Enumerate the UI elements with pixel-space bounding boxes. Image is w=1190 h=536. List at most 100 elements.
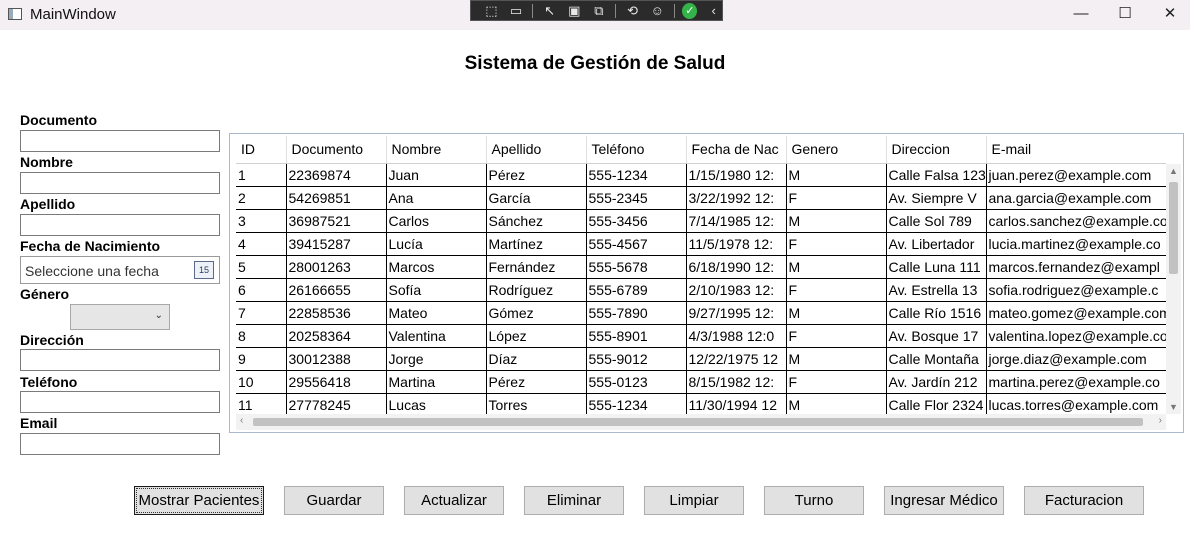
table-cell[interactable]: 9 <box>236 347 287 371</box>
table-cell[interactable]: Av. Estrella 13 <box>886 278 987 302</box>
table-cell[interactable]: 555-2345 <box>586 186 687 210</box>
table-cell[interactable]: Torres <box>486 393 587 414</box>
table-cell[interactable]: valentina.lopez@example.co <box>986 324 1166 348</box>
table-cell[interactable]: Sofía <box>386 278 487 302</box>
table-cell[interactable]: F <box>786 186 887 210</box>
table-cell[interactable]: carlos.sanchez@example.co <box>986 209 1166 233</box>
table-cell[interactable]: 11/30/1994 12 <box>686 393 787 414</box>
table-cell[interactable]: Juan <box>386 163 487 187</box>
table-cell[interactable]: Carlos <box>386 209 487 233</box>
table-cell[interactable]: 12/22/1975 12 <box>686 347 787 371</box>
table-cell[interactable]: Calle Río 1516 <box>886 301 987 325</box>
select-element-icon[interactable]: ⬚ <box>483 1 500 20</box>
table-cell[interactable]: Av. Libertador <box>886 232 987 256</box>
eliminar-button[interactable]: Eliminar <box>524 486 624 515</box>
table-cell[interactable]: 1/15/1980 12: <box>686 163 787 187</box>
horizontal-scrollbar[interactable]: ‹ › <box>236 414 1166 430</box>
table-cell[interactable]: 9/27/1995 12: <box>686 301 787 325</box>
table-row[interactable]: 11 27778245 Lucas Torres 555-1234 11/30/1994 … <box>236 393 1166 414</box>
table-cell[interactable]: 11 <box>236 393 287 414</box>
table-cell[interactable]: M <box>786 301 887 325</box>
table-cell[interactable]: 39415287 <box>286 232 387 256</box>
direccion-input[interactable] <box>20 349 220 371</box>
table-cell[interactable]: 555-4567 <box>586 232 687 256</box>
column-header[interactable]: Apellido <box>486 136 587 164</box>
table-cell[interactable]: 6 <box>236 278 287 302</box>
table-cell[interactable]: Marcos <box>386 255 487 279</box>
table-cell[interactable]: Av. Jardín 212 <box>886 370 987 394</box>
table-cell[interactable]: 27778245 <box>286 393 387 414</box>
table-cell[interactable]: Av. Bosque 17 <box>886 324 987 348</box>
table-cell[interactable]: F <box>786 232 887 256</box>
scroll-left-icon[interactable]: ‹ <box>240 415 243 426</box>
table-cell[interactable]: López <box>486 324 587 348</box>
table-cell[interactable]: Sánchez <box>486 209 587 233</box>
email-input[interactable] <box>20 433 220 455</box>
table-cell[interactable]: 29556418 <box>286 370 387 394</box>
table-cell[interactable]: 3/22/1992 12: <box>686 186 787 210</box>
table-cell[interactable]: Calle Falsa 123 <box>886 163 987 187</box>
table-cell[interactable]: Jorge <box>386 347 487 371</box>
hot-reload-icon[interactable]: ⟲ <box>624 1 641 20</box>
table-cell[interactable]: 6/18/1990 12: <box>686 255 787 279</box>
table-cell[interactable]: 555-9012 <box>586 347 687 371</box>
column-header[interactable]: ID <box>236 136 287 164</box>
maximize-button[interactable]: ☐ <box>1102 0 1148 30</box>
column-header[interactable]: Teléfono <box>586 136 687 164</box>
scroll-right-icon[interactable]: › <box>1159 415 1162 426</box>
table-cell[interactable]: 555-0123 <box>586 370 687 394</box>
table-cell[interactable]: 36987521 <box>286 209 387 233</box>
table-cell[interactable]: 28001263 <box>286 255 387 279</box>
table-cell[interactable]: Gómez <box>486 301 587 325</box>
table-row[interactable]: 6 26166655 Sofía Rodríguez 555-6789 2/10/1983… <box>236 278 1166 302</box>
documento-input[interactable] <box>20 130 220 152</box>
table-cell[interactable]: 3 <box>236 209 287 233</box>
table-cell[interactable]: 555-1234 <box>586 393 687 414</box>
table-cell[interactable]: martina.perez@example.co <box>986 370 1166 394</box>
table-cell[interactable]: 555-1234 <box>586 163 687 187</box>
table-cell[interactable]: 2/10/1983 12: <box>686 278 787 302</box>
table-cell[interactable]: 2 <box>236 186 287 210</box>
table-cell[interactable]: sofia.rodriguez@example.c <box>986 278 1166 302</box>
table-row[interactable]: 1 22369874 Juan Pérez 555-1234 1/15/1980 12: M… <box>236 163 1166 187</box>
video-icon[interactable]: ▭ <box>508 1 525 20</box>
column-header[interactable]: Direccion <box>886 136 987 164</box>
table-row[interactable]: 8 20258364 Valentina López 555-8901 4/3/1988 … <box>236 324 1166 348</box>
table-cell[interactable]: Díaz <box>486 347 587 371</box>
table-cell[interactable]: 22858536 <box>286 301 387 325</box>
display-icon[interactable]: ⧉ <box>591 1 608 20</box>
telefono-input[interactable] <box>20 391 220 413</box>
table-cell[interactable]: 7 <box>236 301 287 325</box>
table-cell[interactable]: 555-6789 <box>586 278 687 302</box>
table-cell[interactable]: Ana <box>386 186 487 210</box>
table-cell[interactable]: juan.perez@example.com <box>986 163 1166 187</box>
table-cell[interactable]: F <box>786 324 887 348</box>
table-cell[interactable]: Fernández <box>486 255 587 279</box>
vertical-scroll-thumb[interactable] <box>1169 182 1178 274</box>
close-button[interactable]: ✕ <box>1147 0 1190 30</box>
table-cell[interactable]: Martina <box>386 370 487 394</box>
table-cell[interactable]: jorge.diaz@example.com <box>986 347 1166 371</box>
turno-button[interactable]: Turno <box>764 486 864 515</box>
table-cell[interactable]: Valentina <box>386 324 487 348</box>
vertical-scrollbar[interactable]: ▲ ▼ <box>1166 164 1181 414</box>
table-cell[interactable]: F <box>786 278 887 302</box>
table-cell[interactable]: M <box>786 347 887 371</box>
table-row[interactable]: 2 54269851 Ana García 555-2345 3/22/1992 12: F… <box>236 186 1166 210</box>
table-cell[interactable]: 8/15/1982 12: <box>686 370 787 394</box>
actualizar-button[interactable]: Actualizar <box>404 486 504 515</box>
table-cell[interactable]: 8 <box>236 324 287 348</box>
table-row[interactable]: 9 30012388 Jorge Díaz 555-9012 12/22/1975 12 M… <box>236 347 1166 371</box>
facturacion-button[interactable]: Facturacion <box>1024 486 1144 515</box>
genero-combobox[interactable]: ⌄ <box>70 304 170 330</box>
table-cell[interactable]: mateo.gomez@example.com <box>986 301 1166 325</box>
table-cell[interactable]: M <box>786 209 887 233</box>
apellido-input[interactable] <box>20 214 220 236</box>
column-header[interactable]: Documento <box>286 136 387 164</box>
table-row[interactable]: 5 28001263 Marcos Fernández 555-5678 6/18/199… <box>236 255 1166 279</box>
table-cell[interactable]: 7/14/1985 12: <box>686 209 787 233</box>
table-cell[interactable]: 1 <box>236 163 287 187</box>
mostrar-pacientes-button[interactable]: Mostrar Pacientes <box>134 486 264 515</box>
table-cell[interactable]: Martínez <box>486 232 587 256</box>
table-row[interactable]: 4 39415287 Lucía Martínez 555-4567 11/5/1978 … <box>236 232 1166 256</box>
